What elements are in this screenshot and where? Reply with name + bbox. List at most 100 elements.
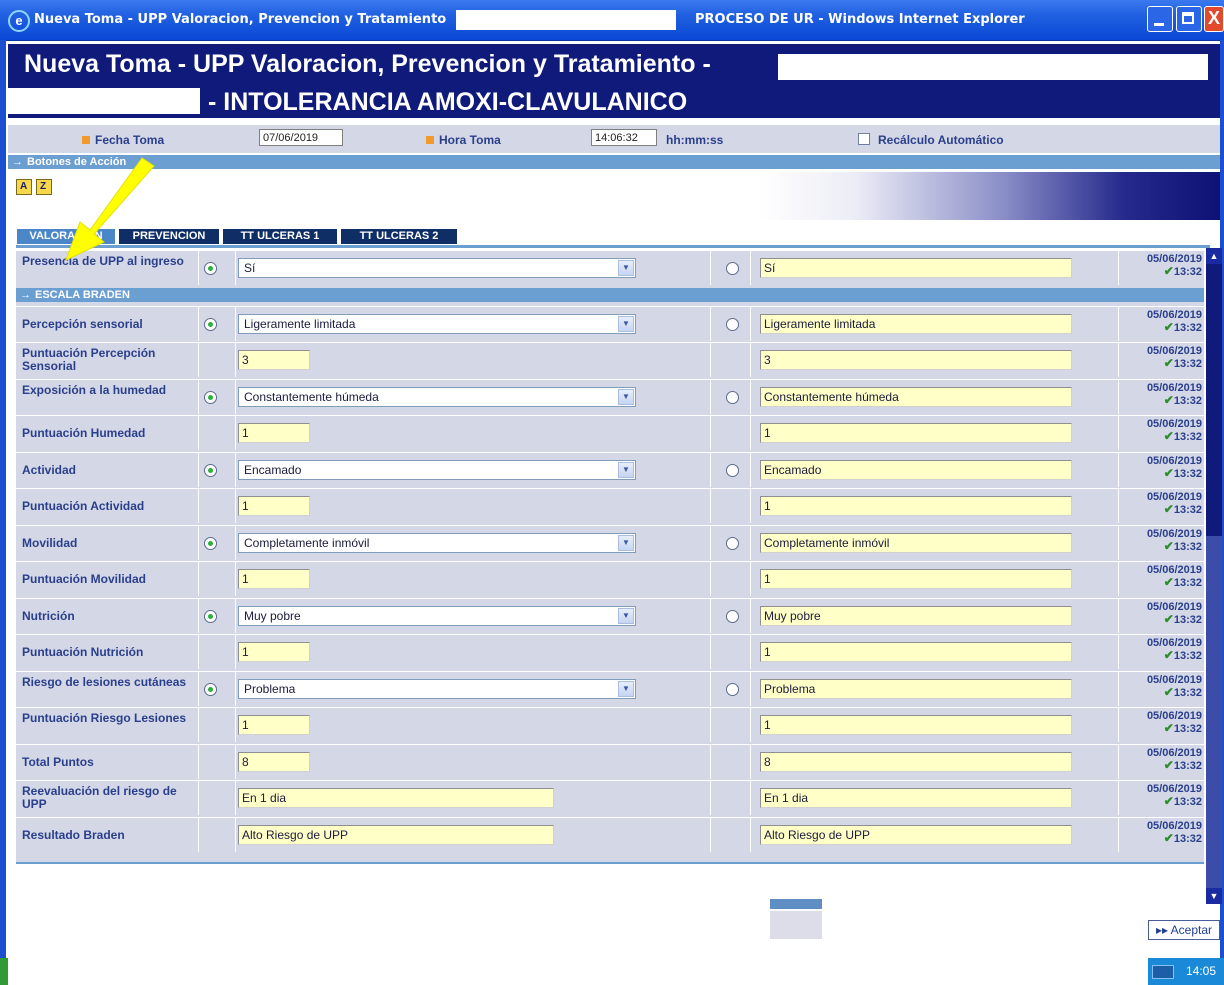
fecha-field[interactable] <box>259 129 343 146</box>
check-icon: ✔ <box>1163 575 1174 589</box>
current-value-radio[interactable] <box>204 318 217 331</box>
previous-value-field: Alto Riesgo de UPP <box>760 825 1072 845</box>
check-icon: ✔ <box>1163 356 1174 370</box>
value-field[interactable]: 1 <box>238 642 310 662</box>
form-row: Puntuación Riesgo Lesiones 1 1 05/06/2019 ✔1… <box>16 707 1204 742</box>
previous-value-radio[interactable] <box>726 391 739 404</box>
timestamp: 05/06/2019 ✔13:32 <box>1120 564 1202 589</box>
new-document-button[interactable]: A <box>16 179 32 195</box>
value-field[interactable]: 1 <box>238 569 310 589</box>
dropdown-arrow-icon[interactable]: ▼ <box>618 260 634 276</box>
check-icon: ✔ <box>1163 794 1174 808</box>
current-value-radio[interactable] <box>204 537 217 550</box>
previous-value-radio[interactable] <box>726 610 739 623</box>
select-value: Encamado <box>244 463 302 477</box>
toma-bar: Fecha Toma Hora Toma hh:mm:ss Recálculo … <box>8 125 1220 153</box>
value-select[interactable]: Completamente inmóvil ▼ <box>238 533 636 553</box>
row-label: Total Puntos <box>22 754 94 769</box>
column-divider <box>235 818 236 852</box>
value-field[interactable]: 1 <box>238 496 310 516</box>
value-field[interactable]: Alto Riesgo de UPP <box>238 825 554 845</box>
maximize-button[interactable] <box>1176 6 1202 32</box>
form-row: Actividad Encamado ▼ Encamado 05/06/2019 ✔13:… <box>16 452 1204 487</box>
aceptar-button[interactable]: ▸▸ Aceptar <box>1148 920 1220 940</box>
value-field[interactable]: 1 <box>238 715 310 735</box>
timestamp-time: 13:32 <box>1173 577 1202 589</box>
column-divider <box>198 562 199 596</box>
hora-field[interactable] <box>591 129 657 146</box>
value-field[interactable]: 1 <box>238 423 310 443</box>
value-field[interactable]: 3 <box>238 350 310 370</box>
dropdown-arrow-icon[interactable]: ▼ <box>618 535 634 551</box>
value-field[interactable]: En 1 dia <box>238 788 554 808</box>
previous-value-radio[interactable] <box>726 537 739 550</box>
previous-value-radio[interactable] <box>726 318 739 331</box>
previous-value-field: Problema <box>760 679 1072 699</box>
column-divider <box>710 251 711 285</box>
dropdown-arrow-icon[interactable]: ▼ <box>618 316 634 332</box>
form-row: Presencia de UPP al ingreso Sí ▼ Sí 05/06/20… <box>16 250 1204 285</box>
column-divider <box>1118 708 1119 742</box>
scroll-track[interactable] <box>1206 536 1222 888</box>
previous-value-radio[interactable] <box>726 683 739 696</box>
timestamp-date: 05/06/2019 <box>1146 253 1202 265</box>
value-select[interactable]: Ligeramente limitada ▼ <box>238 314 636 334</box>
value-select[interactable]: Problema ▼ <box>238 679 636 699</box>
value-select[interactable]: Constantemente húmeda ▼ <box>238 387 636 407</box>
check-icon: ✔ <box>1163 502 1174 516</box>
timestamp-date: 05/06/2019 <box>1146 382 1202 394</box>
form-button[interactable]: Z <box>36 179 52 195</box>
dropdown-arrow-icon[interactable]: ▼ <box>618 608 634 624</box>
timestamp-time-line: ✔13:32 <box>1120 795 1202 808</box>
previous-value-radio[interactable] <box>726 464 739 477</box>
previous-value-radio[interactable] <box>726 262 739 275</box>
page-subtitle: - INTOLERANCIA AMOXI-CLAVULANICO <box>208 88 688 116</box>
timestamp: 05/06/2019 ✔13:32 <box>1120 783 1202 808</box>
column-divider <box>750 818 751 852</box>
recalculo-label: Recálculo Automático <box>878 133 1004 147</box>
column-divider <box>235 635 236 669</box>
timestamp-time: 13:32 <box>1173 796 1202 808</box>
dropdown-arrow-icon[interactable]: ▼ <box>618 681 634 697</box>
tray-icon[interactable] <box>1152 965 1174 979</box>
tab-tt-ulceras-2[interactable]: TT ULCERAS 2 <box>340 228 458 245</box>
current-value-radio[interactable] <box>204 683 217 696</box>
column-divider <box>710 380 711 414</box>
column-divider <box>235 453 236 487</box>
dropdown-arrow-icon[interactable]: ▼ <box>618 462 634 478</box>
timestamp: 05/06/2019 ✔13:32 <box>1120 710 1202 735</box>
scroll-down-button[interactable]: ▼ <box>1206 888 1222 904</box>
column-divider <box>710 489 711 523</box>
form-icon: Z <box>40 181 47 192</box>
value-field[interactable]: 8 <box>238 752 310 772</box>
timestamp-date: 05/06/2019 <box>1146 345 1202 357</box>
current-value-radio[interactable] <box>204 464 217 477</box>
column-divider <box>198 818 199 852</box>
taskbar-start-edge[interactable] <box>0 958 8 985</box>
timestamp-date: 05/06/2019 <box>1146 309 1202 321</box>
window-title-bar[interactable]: e Nueva Toma - UPP Valoracion, Prevencio… <box>0 0 1224 41</box>
current-value-radio[interactable] <box>204 391 217 404</box>
close-button[interactable]: X <box>1204 6 1224 32</box>
minimize-button[interactable] <box>1147 6 1173 32</box>
scroll-thumb[interactable] <box>1206 264 1222 536</box>
current-value-radio[interactable] <box>204 262 217 275</box>
value-select[interactable]: Muy pobre ▼ <box>238 606 636 626</box>
column-divider <box>198 307 199 341</box>
tab-tt-ulceras-1[interactable]: TT ULCERAS 1 <box>222 228 338 245</box>
timestamp-date: 05/06/2019 <box>1146 455 1202 467</box>
column-divider <box>198 526 199 560</box>
dropdown-arrow-icon[interactable]: ▼ <box>618 389 634 405</box>
recalculo-checkbox[interactable] <box>858 133 870 145</box>
column-divider <box>1118 526 1119 560</box>
value-select[interactable]: Encamado ▼ <box>238 460 636 480</box>
column-divider <box>750 489 751 523</box>
scroll-up-button[interactable]: ▲ <box>1206 248 1222 264</box>
current-value-radio[interactable] <box>204 610 217 623</box>
column-divider <box>198 453 199 487</box>
vertical-scrollbar[interactable]: ▲ ▼ <box>1206 248 1222 904</box>
timestamp: 05/06/2019 ✔13:32 <box>1120 382 1202 407</box>
check-icon: ✔ <box>1163 831 1174 845</box>
previous-value-field: Sí <box>760 258 1072 278</box>
value-select[interactable]: Sí ▼ <box>238 258 636 278</box>
